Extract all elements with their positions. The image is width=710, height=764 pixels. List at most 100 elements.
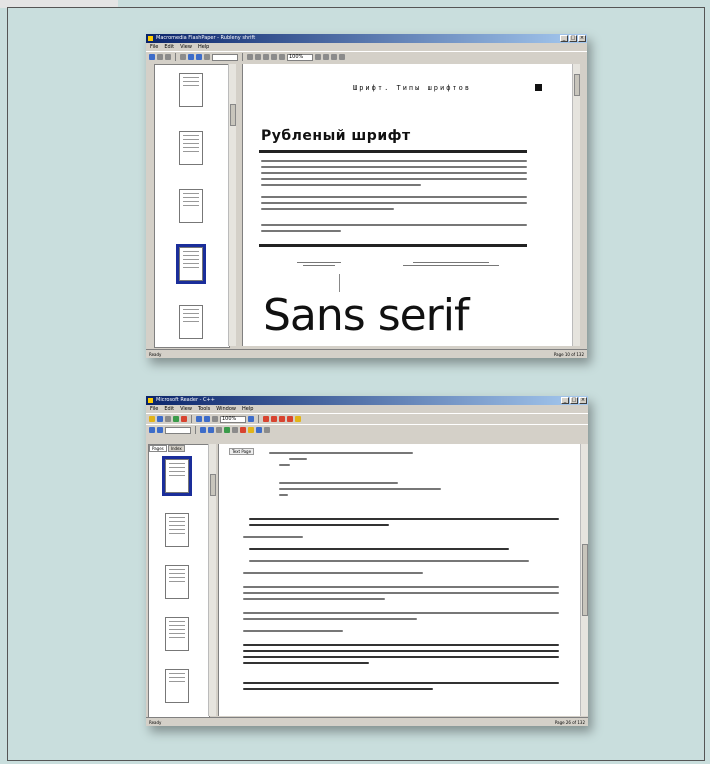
note-icon[interactable] (248, 427, 254, 433)
first-page-icon[interactable] (263, 416, 269, 422)
save-icon[interactable] (157, 416, 163, 422)
document-scrollbar[interactable] (572, 64, 580, 346)
title-bar[interactable]: Microsoft Reader - C++ _ □ × (146, 396, 588, 405)
actual-size-icon[interactable] (232, 427, 238, 433)
first-page-icon[interactable] (180, 54, 186, 60)
thumbnail-sidebar: Pages Index (148, 444, 210, 718)
menu-view[interactable]: View (180, 43, 192, 51)
toolbar-separator (195, 426, 196, 434)
next-page-icon[interactable] (196, 54, 202, 60)
document-page: Text Page (218, 444, 581, 716)
paragraph (249, 560, 529, 566)
email-icon[interactable] (173, 416, 179, 422)
rotate-left-icon[interactable] (200, 427, 206, 433)
section-rule (259, 244, 527, 247)
page-thumbnail-selected[interactable] (176, 244, 206, 284)
last-page-icon[interactable] (204, 54, 210, 60)
page-thumbnail[interactable] (165, 617, 189, 651)
sidebar-scrollbar[interactable] (228, 64, 236, 346)
prev-page-icon[interactable] (271, 416, 277, 422)
menu-bar: File Edit View Help (146, 43, 587, 51)
page-thumbnail[interactable] (179, 73, 203, 107)
menu-help[interactable]: Help (242, 405, 253, 413)
page-thumbnail[interactable] (165, 669, 189, 703)
rotate-right-icon[interactable] (208, 427, 214, 433)
select-icon[interactable] (315, 54, 321, 60)
open-icon[interactable] (149, 54, 155, 60)
print-icon[interactable] (157, 54, 163, 60)
fit-width-icon[interactable] (263, 54, 269, 60)
stamp-icon[interactable] (264, 427, 270, 433)
open-icon[interactable] (149, 416, 155, 422)
text-tool-icon[interactable] (256, 427, 262, 433)
paragraph (261, 160, 527, 190)
select-icon[interactable] (212, 416, 218, 422)
help-icon[interactable] (181, 416, 187, 422)
page-thumbnail[interactable] (179, 189, 203, 223)
zoom-in-icon[interactable] (248, 416, 254, 422)
print-icon[interactable] (165, 416, 171, 422)
forward-icon[interactable] (157, 427, 163, 433)
snapshot-icon[interactable] (331, 54, 337, 60)
bookmark-icon[interactable] (295, 416, 301, 422)
sidebar-scrollbar[interactable] (208, 444, 216, 716)
window-title: Microsoft Reader - C++ (156, 397, 215, 403)
zoom-in-icon[interactable] (255, 54, 261, 60)
menu-help[interactable]: Help (198, 43, 209, 51)
maximize-button[interactable]: □ (569, 35, 577, 42)
fit-width-icon[interactable] (224, 427, 230, 433)
page-thumbnail[interactable] (165, 565, 189, 599)
title-bar[interactable]: Macromedia FlashPaper - Rubleny shrift _… (146, 34, 587, 43)
zoom-field[interactable]: 100% (287, 53, 313, 61)
document-scrollbar[interactable] (580, 444, 588, 716)
maximize-button[interactable]: □ (570, 397, 578, 404)
doc-tag: Text Page (229, 448, 255, 455)
page-thumbnail[interactable] (165, 513, 189, 547)
hand-icon[interactable] (323, 54, 329, 60)
page-thumbnail[interactable] (179, 131, 203, 165)
minimize-button[interactable]: _ (561, 397, 569, 404)
hand-icon[interactable] (196, 416, 202, 422)
zoom-field[interactable]: 100% (220, 415, 246, 423)
menu-tools[interactable]: Tools (198, 405, 210, 413)
menu-file[interactable]: File (150, 43, 158, 51)
page-number-field[interactable] (165, 426, 191, 434)
thumbnail-sidebar (154, 64, 230, 348)
page-indicator: Page 10 of 132 (553, 351, 584, 357)
options-icon[interactable] (339, 54, 345, 60)
menu-file[interactable]: File (150, 405, 158, 413)
page-thumbnail-selected[interactable] (162, 456, 192, 496)
font-sample: Sans serif (263, 290, 469, 341)
close-button[interactable]: × (579, 397, 587, 404)
minimize-button[interactable]: _ (560, 35, 568, 42)
zoom-out-icon[interactable] (247, 54, 253, 60)
zoom-icon[interactable] (204, 416, 210, 422)
chapter-header: Шрифт. Типы шрифтов (353, 84, 472, 92)
reader-window-top: Macromedia FlashPaper - Rubleny shrift _… (146, 34, 587, 358)
paragraph-bold (249, 518, 559, 530)
find-icon[interactable] (165, 54, 171, 60)
toolbar-separator (191, 415, 192, 423)
back-icon[interactable] (149, 427, 155, 433)
page-thumbnail[interactable] (179, 305, 203, 339)
status-bar: Ready Page 10 of 132 (146, 349, 587, 358)
next-page-icon[interactable] (279, 416, 285, 422)
prev-page-icon[interactable] (188, 54, 194, 60)
menu-edit[interactable]: Edit (164, 43, 174, 51)
fit-page-icon[interactable] (271, 54, 277, 60)
menu-view[interactable]: View (180, 405, 192, 413)
highlight-icon[interactable] (240, 427, 246, 433)
section-heading: Рубленый шрифт (261, 128, 411, 144)
close-button[interactable]: × (578, 35, 586, 42)
app-icon (148, 398, 153, 403)
toolbar-separator (175, 53, 176, 61)
menu-window[interactable]: Window (216, 405, 236, 413)
tab-pages[interactable]: Pages (149, 445, 167, 452)
fit-page-icon[interactable] (216, 427, 222, 433)
page-number-field[interactable] (212, 53, 238, 61)
window-controls: _ □ × (560, 35, 586, 42)
rotate-icon[interactable] (279, 54, 285, 60)
menu-edit[interactable]: Edit (164, 405, 174, 413)
last-page-icon[interactable] (287, 416, 293, 422)
tab-index[interactable]: Index (167, 445, 185, 452)
